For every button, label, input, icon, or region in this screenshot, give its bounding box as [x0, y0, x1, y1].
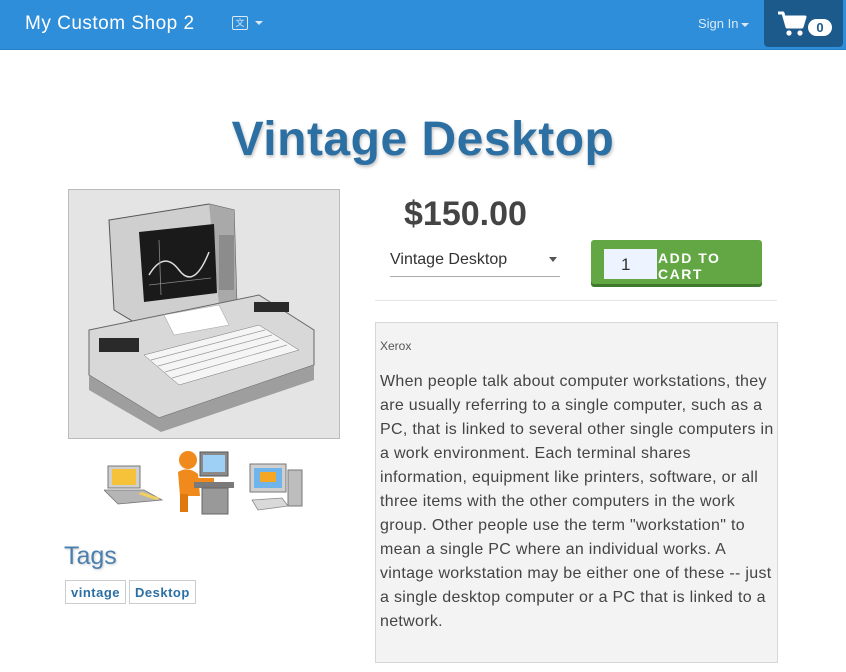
sign-in-dropdown[interactable]: Sign In: [698, 16, 750, 31]
thumbnail-desktop-pc[interactable]: [248, 460, 306, 519]
cart-button[interactable]: 0: [764, 0, 843, 47]
laptop-thumbnail: [103, 465, 164, 505]
chevron-down-icon: [255, 21, 263, 25]
product-main-image[interactable]: [68, 189, 340, 439]
product-title: Vintage Desktop: [231, 113, 615, 166]
product-description-panel: Xerox When people talk about computer wo…: [375, 322, 778, 663]
variant-selected-value: Vintage Desktop: [390, 251, 508, 268]
top-navbar: My Custom Shop 2 文 Sign In 0: [0, 0, 846, 50]
divider: [375, 300, 777, 301]
tags-heading: Tags: [64, 542, 117, 570]
chevron-down-icon: [741, 22, 750, 27]
shopping-cart-icon: [778, 11, 807, 36]
language-dropdown[interactable]: 文: [232, 16, 263, 30]
tag-vintage[interactable]: vintage: [65, 580, 127, 604]
variant-select[interactable]: Vintage Desktop: [390, 248, 560, 277]
cart-count-badge: 0: [808, 19, 832, 36]
shop-brand-link[interactable]: My Custom Shop 2: [25, 13, 195, 35]
sign-in-label: Sign In: [698, 16, 739, 31]
add-to-cart-button[interactable]: 1 ADD TO CART: [591, 240, 762, 284]
thumbnail-person-at-computer[interactable]: [174, 446, 238, 523]
quantity-input[interactable]: 1: [604, 249, 657, 279]
tag-desktop[interactable]: Desktop: [129, 580, 196, 604]
product-description: When people talk about computer workstat…: [380, 373, 774, 630]
vintage-computer-photo: [69, 190, 339, 438]
product-price: $150.00: [404, 195, 527, 233]
thumbnail-strip: [103, 446, 306, 519]
language-flag-icon: 文: [232, 16, 248, 30]
person-at-computer-thumbnail: [178, 451, 234, 515]
desktop-pc-thumbnail: [249, 463, 303, 511]
chevron-down-icon: [549, 257, 557, 262]
product-vendor: Xerox: [380, 339, 412, 353]
thumbnail-laptop[interactable]: [103, 460, 164, 511]
add-to-cart-label: ADD TO CART: [658, 250, 721, 282]
